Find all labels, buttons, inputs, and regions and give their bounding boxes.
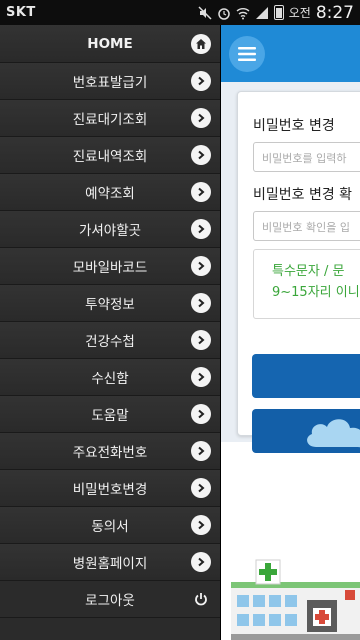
- ampm-label: 오전: [288, 6, 311, 20]
- menu-item-label: 가셔야할곳: [78, 223, 142, 239]
- menu-item-inbox[interactable]: 수신함: [0, 359, 220, 396]
- menu-item-medication-info[interactable]: 투약정보: [0, 285, 220, 322]
- chevron-right-icon: [191, 330, 211, 350]
- chevron-right-icon: [191, 182, 211, 202]
- status-bar: SKT 오전 8:27: [0, 0, 360, 25]
- signal-icon: [255, 6, 268, 19]
- menu-item-label: 주요전화번호: [72, 445, 148, 461]
- menu-item-mobile-barcode[interactable]: 모바일바코드: [0, 248, 220, 285]
- chevron-right-icon: [191, 441, 211, 461]
- chevron-right-icon: [191, 404, 211, 424]
- hint-line: 특수문자 / 문: [272, 264, 345, 279]
- confirm-password-label: 비밀번호 변경 확: [253, 187, 353, 203]
- cloud-button[interactable]: [252, 409, 360, 453]
- chevron-right-icon: [191, 145, 211, 165]
- menu-toggle-button[interactable]: [229, 35, 265, 72]
- menu-item-home[interactable]: HOME: [0, 25, 220, 63]
- confirm-password-input[interactable]: 비밀번호 확인을 입: [253, 211, 360, 241]
- menu-item-logout[interactable]: 로그아웃: [0, 581, 220, 618]
- menu-item-health-notebook[interactable]: 건강수첩: [0, 322, 220, 359]
- menu-item-label: 모바일바코드: [72, 260, 148, 276]
- hamburger-icon: [238, 46, 256, 61]
- menu-item-reservations[interactable]: 예약조회: [0, 174, 220, 211]
- menu-item-phone-numbers[interactable]: 주요전화번호: [0, 433, 220, 470]
- menu-item-wait-status[interactable]: 진료대기조회: [0, 100, 220, 137]
- chevron-right-icon: [191, 256, 211, 276]
- hint-line: 9~15자리 이니: [272, 285, 360, 300]
- main-content: 비밀번호 변경 비밀번호를 입력하 비밀번호 변경 확 비밀번호 확인을 입 특…: [221, 25, 360, 640]
- power-icon: [191, 589, 211, 609]
- menu-item-label: 동의서: [91, 519, 129, 535]
- chevron-right-icon: [191, 552, 211, 572]
- chevron-right-icon: [191, 515, 211, 535]
- navigation-drawer: HOME 번호표발급기 진료대기조회 진료내역조회 예약조회 가셔야할곳 모바일…: [0, 25, 221, 640]
- menu-item-consent-forms[interactable]: 동의서: [0, 507, 220, 544]
- clock: 8:27: [315, 2, 354, 23]
- mute-icon: [198, 5, 212, 20]
- cloud-icon: [307, 419, 360, 448]
- chevron-right-icon: [191, 71, 211, 91]
- battery-icon: [273, 5, 284, 20]
- menu-item-change-password[interactable]: 비밀번호변경: [0, 470, 220, 507]
- carrier-label: SKT: [6, 5, 36, 20]
- menu-item-label: 병원홈페이지: [72, 556, 148, 572]
- chevron-right-icon: [191, 478, 211, 498]
- menu-item-label: 도움말: [91, 408, 129, 424]
- menu-item-ticket-issuer[interactable]: 번호표발급기: [0, 63, 220, 100]
- menu-item-hospital-homepage[interactable]: 병원홈페이지: [0, 544, 220, 581]
- wifi-icon: [236, 7, 250, 19]
- menu-item-label: 진료내역조회: [72, 149, 148, 165]
- menu-item-label: 진료대기조회: [72, 112, 148, 128]
- password-label: 비밀번호 변경: [253, 118, 335, 134]
- chevron-right-icon: [191, 108, 211, 128]
- password-input[interactable]: 비밀번호를 입력하: [253, 142, 360, 172]
- chevron-right-icon: [191, 293, 211, 313]
- password-change-card: 비밀번호 변경 비밀번호를 입력하 비밀번호 변경 확 비밀번호 확인을 입 특…: [237, 91, 360, 453]
- menu-item-label: 투약정보: [85, 297, 135, 313]
- menu-item-label: 예약조회: [85, 186, 135, 202]
- home-icon: [191, 33, 211, 54]
- app-bar: [221, 25, 360, 82]
- chevron-right-icon: [191, 219, 211, 239]
- menu-item-label: 수신함: [91, 371, 129, 387]
- menu-item-label: 로그아웃: [85, 593, 135, 609]
- menu-item-places-to-go[interactable]: 가셔야할곳: [0, 211, 220, 248]
- menu-item-treatment-history[interactable]: 진료내역조회: [0, 137, 220, 174]
- submit-button[interactable]: [252, 354, 360, 398]
- menu-item-label: HOME: [87, 35, 133, 52]
- password-rule-hint: 특수문자 / 문 9~15자리 이니: [253, 249, 360, 319]
- chevron-right-icon: [191, 367, 211, 387]
- menu-item-help[interactable]: 도움말: [0, 396, 220, 433]
- hospital-building-illustration: [231, 559, 360, 640]
- menu-item-label: 비밀번호변경: [72, 482, 148, 498]
- alarm-icon: [217, 7, 230, 20]
- status-icons: 오전 8:27: [198, 3, 354, 23]
- menu-item-label: 건강수첩: [85, 334, 135, 350]
- menu-item-label: 번호표발급기: [72, 75, 148, 91]
